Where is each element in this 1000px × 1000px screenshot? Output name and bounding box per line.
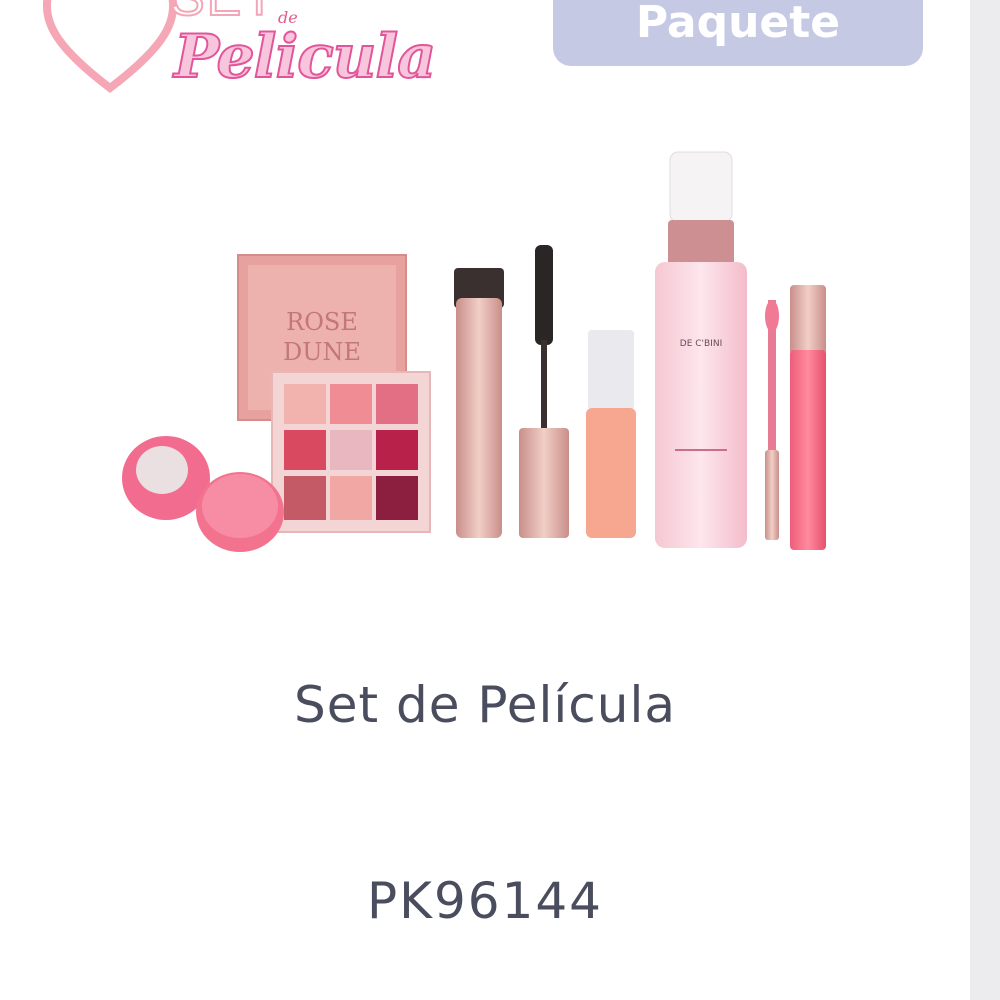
product-image[interactable]: ROSE DUNE DE C'BINI xyxy=(110,140,850,580)
svg-text:DUNE: DUNE xyxy=(283,338,361,366)
mascara-tube xyxy=(454,268,504,538)
serum-bottle xyxy=(586,330,636,538)
set-de-pelicula-logo: SET de Pelicula xyxy=(40,0,460,120)
setting-spray: DE C'BINI xyxy=(655,151,747,548)
product-card[interactable]: SET de Pelicula Paquete ROSE DUNE xyxy=(0,0,970,1000)
package-badge: Paquete xyxy=(553,0,923,66)
page-background-gutter xyxy=(970,0,1000,1000)
product-sku: PK96144 xyxy=(367,872,603,930)
svg-text:DE C'BINI: DE C'BINI xyxy=(680,339,722,349)
badge-label: Paquete xyxy=(635,0,841,48)
lip-gloss xyxy=(765,285,826,550)
logo-pelicula-text: Pelicula xyxy=(173,21,437,93)
product-name: Set de Película xyxy=(293,676,677,734)
svg-text:ROSE: ROSE xyxy=(286,308,358,336)
cream-jar xyxy=(122,436,284,552)
mascara-wand xyxy=(519,245,569,538)
heart-icon xyxy=(43,0,177,94)
